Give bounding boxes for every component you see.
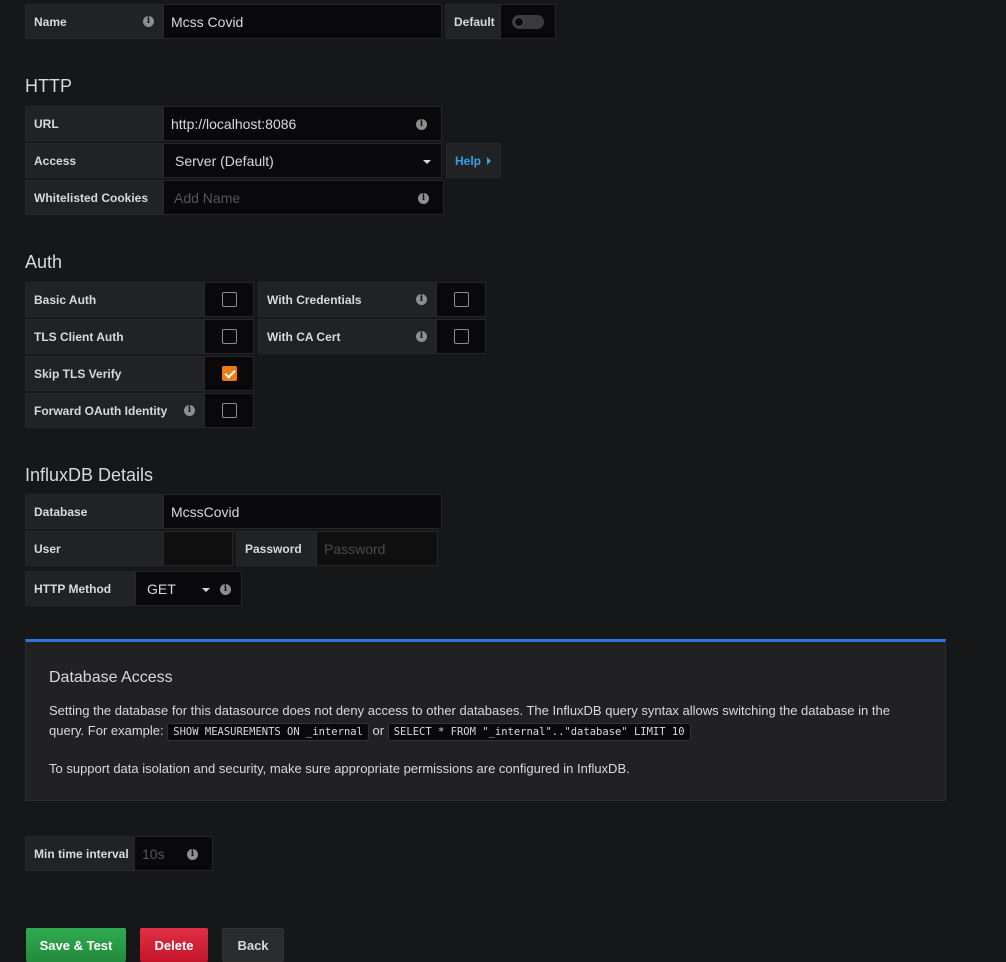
skip-tls-verify-text: Skip TLS Verify: [34, 366, 122, 381]
forward-oauth-text: Forward OAuth Identity: [34, 403, 168, 418]
http-method-value: GET: [147, 580, 176, 597]
tls-client-auth-text: TLS Client Auth: [34, 329, 124, 344]
default-toggle[interactable]: [512, 14, 544, 29]
database-input[interactable]: McssCovid: [163, 494, 442, 529]
http-method-label-text: HTTP Method: [34, 581, 112, 596]
default-switch-cell[interactable]: [500, 4, 556, 39]
name-label: Name i: [25, 4, 163, 39]
notice-code-1: SHOW MEASUREMENTS ON _internal: [167, 723, 369, 741]
database-access-notice: Database Access Setting the database for…: [25, 639, 946, 801]
url-label: URL: [25, 106, 163, 141]
user-input[interactable]: [163, 531, 233, 566]
basic-auth-checkbox[interactable]: [221, 292, 237, 307]
default-label-text: Default: [454, 14, 495, 29]
info-icon[interactable]: i: [416, 293, 427, 305]
notice-text-2: To support data isolation and security, …: [49, 761, 630, 776]
user-label-text: User: [34, 541, 61, 556]
min-interval-placeholder: 10s: [142, 845, 165, 862]
tls-client-auth-checkbox[interactable]: [221, 329, 237, 344]
info-icon[interactable]: i: [416, 119, 427, 130]
info-icon[interactable]: i: [187, 849, 198, 860]
basic-auth-text: Basic Auth: [34, 292, 97, 307]
min-interval-label: Min time interval: [25, 836, 134, 871]
with-ca-cert-checkbox[interactable]: [453, 329, 469, 344]
notice-or: or: [372, 723, 385, 738]
back-label: Back: [237, 937, 269, 953]
name-label-text: Name: [34, 14, 67, 29]
notice-paragraph: Setting the database for this datasource…: [49, 701, 919, 742]
with-ca-cert-checkbox-cell[interactable]: [436, 319, 486, 354]
user-label: User: [25, 531, 163, 566]
skip-tls-verify-label: Skip TLS Verify: [25, 356, 204, 391]
access-select[interactable]: Server (Default): [163, 143, 442, 178]
password-placeholder: Password: [324, 540, 386, 557]
auth-section-title: Auth: [25, 252, 63, 272]
notice-title: Database Access: [49, 669, 173, 686]
basic-auth-label: Basic Auth: [25, 282, 204, 317]
name-input[interactable]: Mcss Covid: [163, 4, 442, 39]
caret-down-icon: [202, 588, 210, 592]
basic-auth-checkbox-cell[interactable]: [204, 282, 254, 317]
tls-client-auth-checkbox-cell[interactable]: [204, 319, 254, 354]
cookies-input[interactable]: Add Name i: [163, 180, 444, 215]
default-label: Default: [445, 4, 500, 39]
forward-oauth-checkbox[interactable]: [221, 403, 237, 418]
save-test-label: Save & Test: [39, 937, 113, 953]
save-test-button[interactable]: Save & Test: [26, 928, 126, 962]
url-label-text: URL: [34, 116, 59, 131]
influx-section-title: InfluxDB Details: [25, 465, 154, 485]
caret-down-icon: [423, 160, 431, 164]
password-label: Password: [236, 531, 316, 566]
url-input[interactable]: http://localhost:8086 i: [163, 106, 442, 141]
http-section-title: HTTP: [25, 76, 72, 96]
cookies-label-text: Whitelisted Cookies: [34, 190, 149, 205]
access-value: Server (Default): [175, 152, 274, 169]
min-interval-input[interactable]: 10s i: [134, 836, 213, 871]
info-icon[interactable]: i: [416, 330, 427, 342]
info-icon[interactable]: i: [418, 193, 429, 204]
database-value: McssCovid: [171, 503, 240, 520]
info-icon[interactable]: i: [143, 15, 154, 27]
tls-client-auth-label: TLS Client Auth: [25, 319, 204, 354]
delete-label: Delete: [154, 937, 194, 953]
help-toggle[interactable]: Help: [446, 143, 501, 178]
database-label-text: Database: [34, 504, 88, 519]
with-ca-cert-text: With CA Cert: [267, 329, 341, 344]
database-label: Database: [25, 494, 163, 529]
url-value: http://localhost:8086: [171, 115, 297, 132]
caret-right-icon: [487, 156, 492, 165]
min-interval-label-text: Min time interval: [34, 846, 129, 861]
access-label-text: Access: [34, 153, 77, 168]
help-label: Help: [455, 153, 482, 168]
with-credentials-checkbox-cell[interactable]: [436, 282, 486, 317]
info-icon[interactable]: i: [184, 404, 195, 416]
forward-oauth-checkbox-cell[interactable]: [204, 393, 254, 428]
access-label: Access: [25, 143, 163, 178]
name-value: Mcss Covid: [171, 13, 244, 30]
with-ca-cert-label: With CA Cert i: [258, 319, 436, 354]
skip-tls-verify-checkbox[interactable]: [221, 366, 237, 381]
password-input[interactable]: Password: [316, 531, 438, 566]
skip-tls-verify-checkbox-cell[interactable]: [204, 356, 254, 391]
with-credentials-label: With Credentials i: [258, 282, 436, 317]
with-credentials-text: With Credentials: [267, 292, 362, 307]
toggle-knob: [514, 16, 524, 27]
http-method-select[interactable]: GET i: [135, 571, 242, 606]
http-method-label: HTTP Method: [25, 571, 135, 606]
info-icon[interactable]: i: [220, 584, 231, 595]
password-label-text: Password: [245, 541, 302, 556]
cookies-label: Whitelisted Cookies: [25, 180, 163, 215]
back-button[interactable]: Back: [222, 928, 284, 962]
notice-code-2: SELECT * FROM "_internal".."database" LI…: [387, 723, 691, 741]
forward-oauth-label: Forward OAuth Identity i: [25, 393, 204, 428]
cookies-placeholder: Add Name: [174, 189, 241, 206]
delete-button[interactable]: Delete: [140, 928, 208, 962]
with-credentials-checkbox[interactable]: [453, 292, 469, 307]
